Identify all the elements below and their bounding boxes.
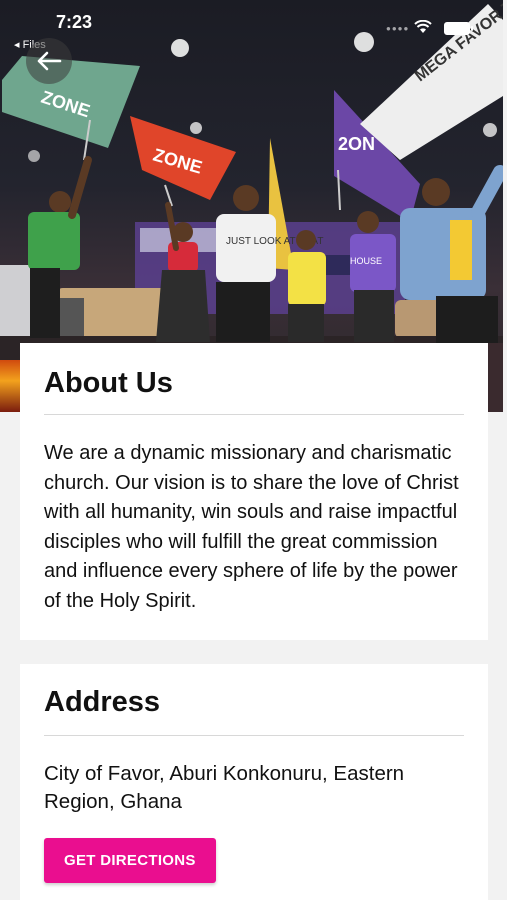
address-divider — [44, 735, 464, 736]
address-title: Address — [44, 686, 161, 718]
arrow-left-icon — [37, 51, 62, 71]
status-time: 7:23 — [56, 12, 93, 32]
battery-icon — [444, 22, 473, 35]
about-description: We are a dynamic missionary and charisma… — [44, 442, 459, 612]
about-card: About Us We are a dynamic missionary and… — [20, 343, 488, 640]
address-value: City of Favor, Aburi Konkonuru, Eastern … — [44, 762, 405, 813]
hero-edge-right — [488, 343, 503, 412]
back-button[interactable] — [26, 38, 72, 84]
stage-text: HOUSE — [350, 256, 382, 266]
about-title: About Us — [44, 367, 173, 399]
about-divider — [44, 414, 464, 415]
status-bar: 7:23 ●●●● ◂ Files — [0, 0, 507, 51]
wifi-icon — [414, 20, 432, 33]
address-card: Address City of Favor, Aburi Konkonuru, … — [20, 664, 488, 900]
get-directions-button[interactable]: GET DIRECTIONS — [44, 838, 216, 883]
hero-edge-left — [0, 360, 20, 412]
flag-text-right: 2ON — [338, 134, 375, 154]
signal-icon: ●●●● — [386, 24, 410, 33]
